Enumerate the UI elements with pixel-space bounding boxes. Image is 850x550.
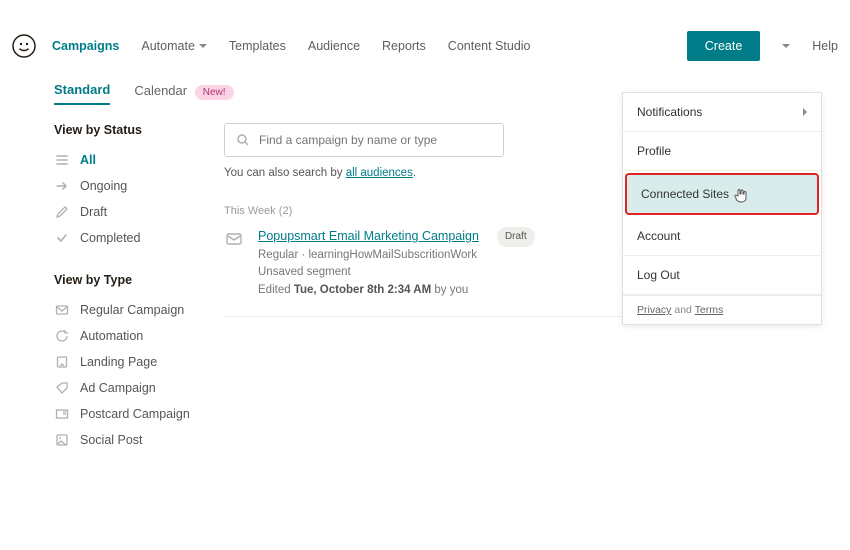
dropdown-profile[interactable]: Profile xyxy=(623,132,821,171)
image-icon xyxy=(54,432,70,448)
nav-automate-label: Automate xyxy=(141,39,195,53)
envelope-icon xyxy=(54,302,70,318)
sidebar-status-completed[interactable]: Completed xyxy=(54,225,212,251)
sidebar-status-draft[interactable]: Draft xyxy=(54,199,212,225)
sidebar-status-all[interactable]: All xyxy=(54,147,212,173)
check-icon xyxy=(54,230,70,246)
nav-right: Help xyxy=(782,39,838,53)
nav-help[interactable]: Help xyxy=(812,39,838,53)
dropdown-item-label: Profile xyxy=(637,144,671,158)
dropdown-item-label: Account xyxy=(637,229,680,243)
campaign-icon xyxy=(224,229,244,249)
sidebar-status-heading: View by Status xyxy=(54,123,212,137)
dropdown-item-label: Connected Sites xyxy=(641,187,729,201)
sidebar-item-label: Ad Campaign xyxy=(80,381,156,395)
postcard-icon xyxy=(54,406,70,422)
account-dropdown-trigger[interactable] xyxy=(782,44,790,48)
list-icon xyxy=(54,152,70,168)
sidebar-type-heading: View by Type xyxy=(54,273,212,287)
sidebar-type-ad[interactable]: Ad Campaign xyxy=(54,375,212,401)
sidebar-item-label: All xyxy=(80,153,96,167)
sidebar-item-label: Completed xyxy=(80,231,140,245)
search-input[interactable] xyxy=(259,133,493,147)
search-icon xyxy=(235,132,251,148)
chevron-down-icon xyxy=(199,44,207,48)
tab-calendar[interactable]: Calendar New! xyxy=(134,83,233,104)
nav-links: Campaigns Automate Templates Audience Re… xyxy=(52,39,531,53)
dropdown-notifications[interactable]: Notifications xyxy=(623,93,821,132)
sidebar-type-social[interactable]: Social Post xyxy=(54,427,212,453)
tab-calendar-label: Calendar xyxy=(134,83,187,98)
sidebar-type-landing[interactable]: Landing Page xyxy=(54,349,212,375)
sidebar: View by Status All Ongoing Draft Complet… xyxy=(54,123,224,453)
page-icon xyxy=(54,354,70,370)
sidebar-item-label: Draft xyxy=(80,205,107,219)
create-button[interactable]: Create xyxy=(687,31,761,61)
nav-content-studio[interactable]: Content Studio xyxy=(448,39,531,53)
sidebar-status-ongoing[interactable]: Ongoing xyxy=(54,173,212,199)
nav-automate[interactable]: Automate xyxy=(141,39,207,53)
brand-logo[interactable] xyxy=(12,34,36,58)
cycle-icon xyxy=(54,328,70,344)
sidebar-item-label: Automation xyxy=(80,329,143,343)
search-sub-pre: You can also search by xyxy=(224,167,346,179)
top-nav: Campaigns Automate Templates Audience Re… xyxy=(12,20,838,72)
nav-templates[interactable]: Templates xyxy=(229,39,286,53)
sidebar-item-label: Postcard Campaign xyxy=(80,407,190,421)
nav-campaigns[interactable]: Campaigns xyxy=(52,39,119,53)
sidebar-item-label: Ongoing xyxy=(80,179,127,193)
search-wrap[interactable] xyxy=(224,123,504,157)
dropdown-account[interactable]: Account xyxy=(623,217,821,256)
dropdown-item-label: Log Out xyxy=(637,268,680,282)
new-badge: New! xyxy=(195,85,234,100)
dropdown-logout[interactable]: Log Out xyxy=(623,256,821,295)
all-audiences-link[interactable]: all audiences xyxy=(346,167,413,179)
sidebar-type-regular[interactable]: Regular Campaign xyxy=(54,297,212,323)
chevron-right-icon xyxy=(803,108,807,116)
chevron-down-icon xyxy=(782,44,790,48)
tab-standard[interactable]: Standard xyxy=(54,82,110,105)
privacy-link[interactable]: Privacy xyxy=(637,304,671,316)
dropdown-connected-sites[interactable]: Connected Sites xyxy=(625,173,819,215)
terms-link[interactable]: Terms xyxy=(695,304,724,316)
status-badge: Draft xyxy=(497,227,535,247)
tag-icon xyxy=(54,380,70,396)
campaign-title-link[interactable]: Popupsmart Email Marketing Campaign xyxy=(258,227,479,246)
sidebar-item-label: Regular Campaign xyxy=(80,303,184,317)
sidebar-item-label: Landing Page xyxy=(80,355,157,369)
sidebar-item-label: Social Post xyxy=(80,433,143,447)
dropdown-item-label: Notifications xyxy=(637,105,702,119)
account-dropdown: Notifications Profile Connected Sites Ac… xyxy=(622,92,822,325)
arrow-icon xyxy=(54,178,70,194)
pencil-icon xyxy=(54,204,70,220)
sidebar-type-postcard[interactable]: Postcard Campaign xyxy=(54,401,212,427)
dropdown-footer: Privacy and Terms xyxy=(623,295,821,324)
nav-audience[interactable]: Audience xyxy=(308,39,360,53)
nav-reports[interactable]: Reports xyxy=(382,39,426,53)
sidebar-type-automation[interactable]: Automation xyxy=(54,323,212,349)
